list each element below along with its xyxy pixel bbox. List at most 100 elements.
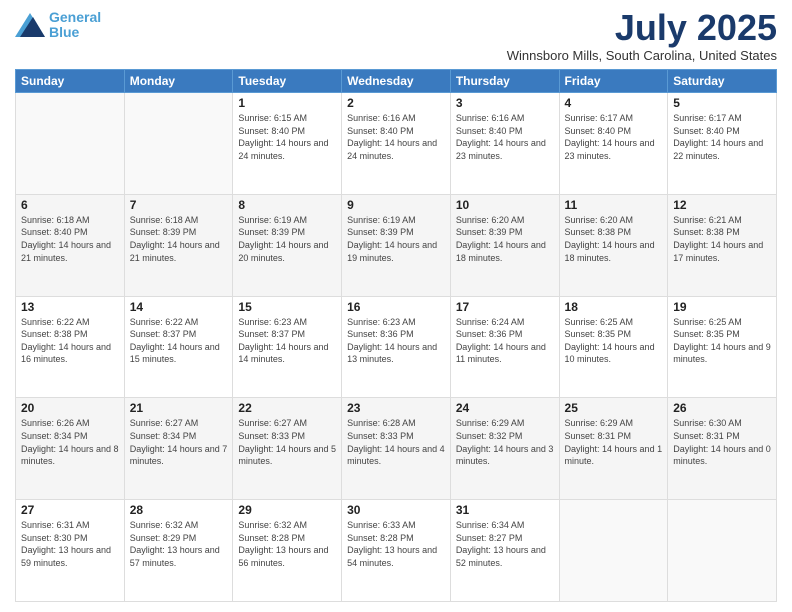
logo-text: General Blue [49,10,101,41]
table-row: 11Sunrise: 6:20 AMSunset: 8:38 PMDayligh… [559,194,668,296]
day-number: 16 [347,300,445,314]
day-number: 10 [456,198,554,212]
day-info: Sunrise: 6:25 AMSunset: 8:35 PMDaylight:… [673,316,771,366]
col-tuesday: Tuesday [233,70,342,93]
table-row: 5 Sunrise: 6:17 AMSunset: 8:40 PMDaylight… [668,93,777,195]
table-row: 25 Sunrise: 6:29 AMSunset: 8:31 PMDayligh… [559,398,668,500]
day-number: 6 [21,198,119,212]
table-row: 22 Sunrise: 6:27 AMSunset: 8:33 PMDayligh… [233,398,342,500]
col-wednesday: Wednesday [342,70,451,93]
day-number: 21 [130,401,228,415]
calendar-week-row: 6 Sunrise: 6:18 AMSunset: 8:40 PMDaylight… [16,194,777,296]
day-number: 1 [238,96,336,110]
table-row: 30Sunrise: 6:33 AMSunset: 8:28 PMDayligh… [342,500,451,602]
day-number: 3 [456,96,554,110]
table-row: 14Sunrise: 6:22 AMSunset: 8:37 PMDayligh… [124,296,233,398]
table-row: 9 Sunrise: 6:19 AMSunset: 8:39 PMDaylight… [342,194,451,296]
table-row: 19 Sunrise: 6:25 AMSunset: 8:35 PMDayligh… [668,296,777,398]
day-number: 20 [21,401,119,415]
day-info: Sunrise: 6:19 AMSunset: 8:39 PMDaylight:… [347,214,445,264]
table-row: 18Sunrise: 6:25 AMSunset: 8:35 PMDayligh… [559,296,668,398]
day-info: Sunrise: 6:15 AMSunset: 8:40 PMDaylight:… [238,112,336,162]
day-info: Sunrise: 6:22 AMSunset: 8:37 PMDaylight:… [130,316,228,366]
table-row: 4Sunrise: 6:17 AMSunset: 8:40 PMDaylight… [559,93,668,195]
table-row: 2Sunrise: 6:16 AMSunset: 8:40 PMDaylight… [342,93,451,195]
table-row: 21 Sunrise: 6:27 AMSunset: 8:34 PMDayligh… [124,398,233,500]
table-row: 27Sunrise: 6:31 AMSunset: 8:30 PMDayligh… [16,500,125,602]
header: General Blue July 2025 Winnsboro Mills, … [15,10,777,63]
day-number: 25 [565,401,663,415]
day-info: Sunrise: 6:17 AMSunset: 8:40 PMDaylight:… [673,112,771,162]
table-row: 17 Sunrise: 6:24 AMSunset: 8:36 PMDayligh… [450,296,559,398]
day-number: 18 [565,300,663,314]
table-row: 8 Sunrise: 6:19 AMSunset: 8:39 PMDaylight… [233,194,342,296]
day-number: 19 [673,300,771,314]
day-info: Sunrise: 6:22 AMSunset: 8:38 PMDaylight:… [21,316,119,366]
day-number: 29 [238,503,336,517]
day-info: Sunrise: 6:16 AMSunset: 8:40 PMDaylight:… [347,112,445,162]
col-thursday: Thursday [450,70,559,93]
day-info: Sunrise: 6:26 AMSunset: 8:34 PMDaylight:… [21,417,119,467]
table-row: 12 Sunrise: 6:21 AMSunset: 8:38 PMDayligh… [668,194,777,296]
day-info: Sunrise: 6:20 AMSunset: 8:39 PMDaylight:… [456,214,554,264]
logo: General Blue [15,10,101,41]
day-number: 26 [673,401,771,415]
table-row [16,93,125,195]
day-number: 13 [21,300,119,314]
location: Winnsboro Mills, South Carolina, United … [507,48,777,63]
table-row: 7 Sunrise: 6:18 AMSunset: 8:39 PMDaylight… [124,194,233,296]
table-row: 16Sunrise: 6:23 AMSunset: 8:36 PMDayligh… [342,296,451,398]
calendar-week-row: 20 Sunrise: 6:26 AMSunset: 8:34 PMDayligh… [16,398,777,500]
table-row: 15Sunrise: 6:23 AMSunset: 8:37 PMDayligh… [233,296,342,398]
day-info: Sunrise: 6:33 AMSunset: 8:28 PMDaylight:… [347,519,445,569]
day-info: Sunrise: 6:18 AMSunset: 8:40 PMDaylight:… [21,214,119,264]
table-row: 13 Sunrise: 6:22 AMSunset: 8:38 PMDayligh… [16,296,125,398]
col-monday: Monday [124,70,233,93]
table-row: 6 Sunrise: 6:18 AMSunset: 8:40 PMDaylight… [16,194,125,296]
table-row: 23Sunrise: 6:28 AMSunset: 8:33 PMDayligh… [342,398,451,500]
month-title: July 2025 [507,10,777,46]
table-row: 26 Sunrise: 6:30 AMSunset: 8:31 PMDayligh… [668,398,777,500]
logo-line2: Blue [49,24,79,40]
page: General Blue July 2025 Winnsboro Mills, … [0,0,792,612]
day-info: Sunrise: 6:29 AMSunset: 8:32 PMDaylight:… [456,417,554,467]
col-friday: Friday [559,70,668,93]
day-info: Sunrise: 6:32 AMSunset: 8:29 PMDaylight:… [130,519,228,569]
day-info: Sunrise: 6:27 AMSunset: 8:34 PMDaylight:… [130,417,228,467]
day-info: Sunrise: 6:18 AMSunset: 8:39 PMDaylight:… [130,214,228,264]
day-number: 17 [456,300,554,314]
day-number: 12 [673,198,771,212]
day-info: Sunrise: 6:17 AMSunset: 8:40 PMDaylight:… [565,112,663,162]
day-info: Sunrise: 6:31 AMSunset: 8:30 PMDaylight:… [21,519,119,569]
table-row: 20 Sunrise: 6:26 AMSunset: 8:34 PMDayligh… [16,398,125,500]
day-info: Sunrise: 6:21 AMSunset: 8:38 PMDaylight:… [673,214,771,264]
logo-line1: General [49,9,101,25]
day-info: Sunrise: 6:19 AMSunset: 8:39 PMDaylight:… [238,214,336,264]
table-row [559,500,668,602]
day-number: 7 [130,198,228,212]
day-number: 31 [456,503,554,517]
day-info: Sunrise: 6:32 AMSunset: 8:28 PMDaylight:… [238,519,336,569]
day-info: Sunrise: 6:23 AMSunset: 8:37 PMDaylight:… [238,316,336,366]
calendar-header-row: Sunday Monday Tuesday Wednesday Thursday… [16,70,777,93]
table-row: 3 Sunrise: 6:16 AMSunset: 8:40 PMDaylight… [450,93,559,195]
title-area: July 2025 Winnsboro Mills, South Carolin… [507,10,777,63]
calendar-week-row: 27Sunrise: 6:31 AMSunset: 8:30 PMDayligh… [16,500,777,602]
day-number: 22 [238,401,336,415]
day-info: Sunrise: 6:24 AMSunset: 8:36 PMDaylight:… [456,316,554,366]
table-row: 10 Sunrise: 6:20 AMSunset: 8:39 PMDayligh… [450,194,559,296]
day-number: 23 [347,401,445,415]
day-number: 5 [673,96,771,110]
table-row [124,93,233,195]
table-row: 29 Sunrise: 6:32 AMSunset: 8:28 PMDayligh… [233,500,342,602]
col-saturday: Saturday [668,70,777,93]
table-row [668,500,777,602]
day-number: 9 [347,198,445,212]
day-info: Sunrise: 6:20 AMSunset: 8:38 PMDaylight:… [565,214,663,264]
day-info: Sunrise: 6:16 AMSunset: 8:40 PMDaylight:… [456,112,554,162]
day-info: Sunrise: 6:27 AMSunset: 8:33 PMDaylight:… [238,417,336,467]
day-number: 24 [456,401,554,415]
day-info: Sunrise: 6:30 AMSunset: 8:31 PMDaylight:… [673,417,771,467]
day-number: 8 [238,198,336,212]
day-info: Sunrise: 6:29 AMSunset: 8:31 PMDaylight:… [565,417,663,467]
